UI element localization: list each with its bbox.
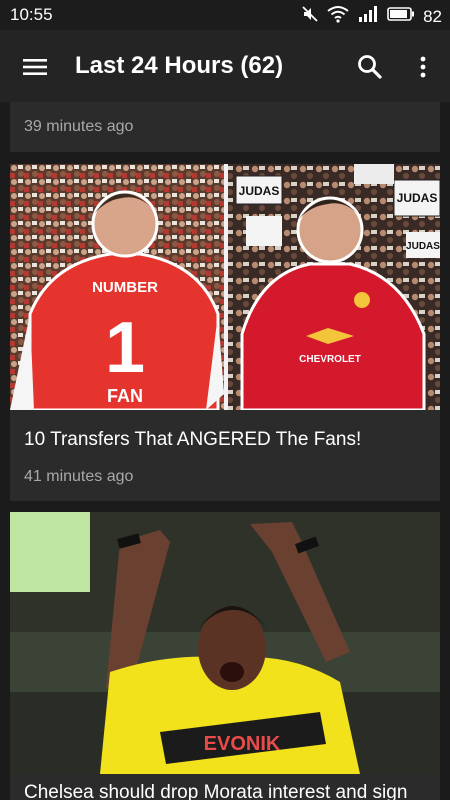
news-card[interactable]: 39 minutes ago [10, 102, 440, 152]
news-card[interactable]: JUDAS JUDAS JUDAS NUMBER 1 FAN CHEVROLET… [10, 164, 440, 501]
status-time: 10:55 [10, 5, 53, 24]
search-button[interactable] [355, 52, 385, 82]
card-title: 10 Transfers That ANGERED The Fans! [24, 429, 362, 450]
menu-icon [23, 59, 47, 75]
svg-text:NUMBER: NUMBER [92, 279, 158, 296]
mute-icon [301, 5, 319, 28]
card-time: 41 minutes ago [24, 468, 134, 485]
app-toolbar: Last 24 Hours (62) [0, 30, 450, 102]
svg-text:JUDAS: JUDAS [406, 241, 440, 252]
wifi-icon [327, 5, 349, 28]
svg-text:JUDAS: JUDAS [239, 184, 280, 198]
svg-text:1: 1 [105, 308, 145, 388]
battery-level: 82 [423, 6, 442, 26]
battery-icon [387, 6, 415, 27]
news-card[interactable]: EVONIK Chelsea should drop Morata intere… [10, 512, 440, 800]
more-vert-icon [420, 56, 426, 78]
card-image: EVONIK [10, 512, 440, 774]
svg-text:FAN: FAN [107, 386, 143, 406]
card-time: 39 minutes ago [24, 118, 134, 135]
svg-text:EVONIK: EVONIK [204, 733, 281, 755]
card-title: Chelsea should drop Morata interest and … [24, 782, 408, 800]
card-image: JUDAS JUDAS JUDAS NUMBER 1 FAN CHEVROLET [10, 164, 440, 410]
status-bar: 10:55 82 [0, 0, 450, 30]
svg-text:JUDAS: JUDAS [397, 191, 438, 205]
signal-icon [357, 5, 379, 28]
more-options-button[interactable] [408, 52, 438, 82]
news-feed: 39 minutes ago JUDAS JUDAS JUDAS NUMBER … [0, 102, 450, 800]
menu-button[interactable] [20, 52, 50, 82]
search-icon [358, 55, 382, 79]
page-title: Last 24 Hours (62) [75, 52, 284, 79]
svg-text:CHEVROLET: CHEVROLET [299, 354, 361, 365]
status-icons: 82 [301, 5, 442, 28]
